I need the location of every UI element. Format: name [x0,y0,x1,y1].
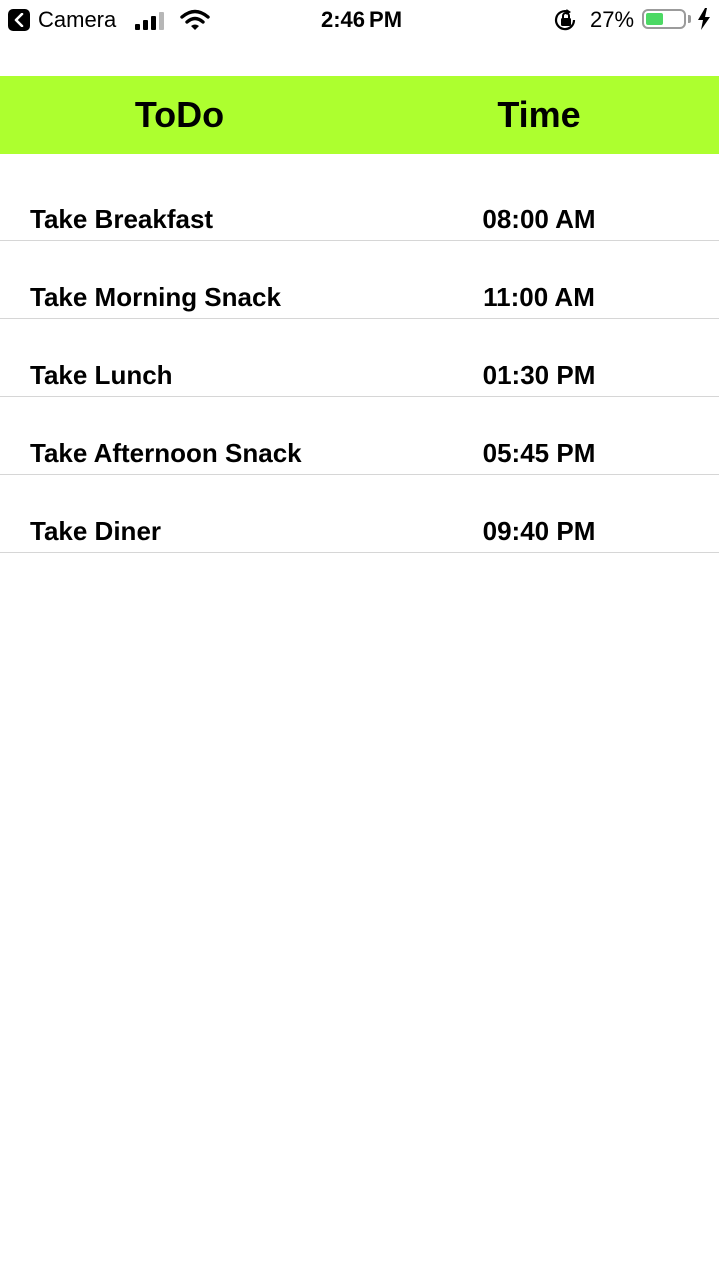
todo-time: 08:00 AM [482,204,596,234]
todo-row[interactable]: Take Breakfast 08:00 AM [0,162,719,241]
table-header: ToDo Time [0,76,719,154]
clock-time: 2:46 [320,7,366,32]
battery-fill [646,13,663,25]
battery-icon [642,9,686,29]
orientation-lock-icon [554,9,576,31]
header-todo-label: ToDo [134,94,225,135]
todo-task: Take Lunch [30,360,173,390]
clock-suffix: PM [369,7,403,32]
todo-row[interactable]: Take Morning Snack 11:00 AM [0,241,719,319]
todo-time: 11:00 AM [483,282,595,312]
todo-task: Take Morning Snack [30,282,281,312]
todo-list: Take Breakfast 08:00 AM Take Morning Sna… [0,162,719,553]
battery-percent: 27% [590,7,635,32]
battery-tip [688,15,691,23]
header-time-label: Time [497,94,581,135]
todo-task: Take Diner [30,516,162,546]
charging-bolt-icon [698,8,710,30]
todo-time: 01:30 PM [482,360,596,390]
status-bar: Camera 2:46 PM 27% [0,0,719,40]
todo-task: Take Afternoon Snack [30,438,302,468]
todo-task: Take Breakfast [30,204,214,234]
todo-row[interactable]: Take Lunch 01:30 PM [0,319,719,397]
todo-row[interactable]: Take Afternoon Snack 05:45 PM [0,397,719,475]
todo-time: 05:45 PM [482,438,596,468]
todo-time: 09:40 PM [482,516,596,546]
todo-row[interactable]: Take Diner 09:40 PM [0,475,719,553]
